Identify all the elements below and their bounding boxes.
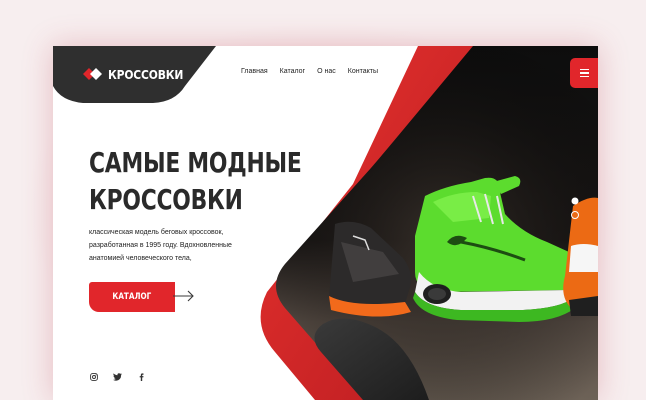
hero-title-line-2: КРОССОВКИ bbox=[89, 183, 243, 216]
landing-page: КРОССОВКИ Главная Каталог О нас Контакты… bbox=[53, 46, 598, 400]
nav-item-catalog[interactable]: Каталог bbox=[280, 68, 305, 75]
menu-icon bbox=[579, 69, 589, 77]
nav-item-about[interactable]: О нас bbox=[317, 68, 336, 75]
hero-description-line-3: анатомией человеческого тела, bbox=[89, 255, 192, 262]
slider-dot-2[interactable] bbox=[571, 211, 579, 219]
menu-button[interactable] bbox=[570, 58, 598, 88]
hero-description-line-2: разработанная в 1995 году. Вдохновленные bbox=[89, 242, 232, 249]
hero-title: САМЫЕ МОДНЫЕ КРОССОВКИ bbox=[89, 144, 302, 218]
twitter-icon[interactable] bbox=[113, 372, 122, 381]
hero-title-line-1: САМЫЕ МОДНЫЕ bbox=[89, 146, 302, 179]
slider-dot-1[interactable] bbox=[571, 197, 579, 205]
arrow-right-icon[interactable] bbox=[173, 290, 195, 302]
brand-name: КРОССОВКИ bbox=[108, 66, 184, 82]
facebook-icon[interactable] bbox=[137, 372, 146, 381]
logo-mark-icon bbox=[83, 68, 102, 80]
hero-graphic bbox=[53, 46, 598, 400]
hero-description: классическая модель беговых кроссовок, р… bbox=[89, 226, 269, 265]
social-links bbox=[89, 372, 146, 381]
main-nav: Главная Каталог О нас Контакты bbox=[241, 68, 378, 75]
nav-item-contacts[interactable]: Контакты bbox=[348, 68, 378, 75]
instagram-icon[interactable] bbox=[89, 372, 98, 381]
slider-dots bbox=[571, 197, 579, 219]
catalog-button[interactable]: КАТАЛОГ bbox=[89, 282, 175, 312]
brand-logo[interactable]: КРОССОВКИ bbox=[83, 65, 195, 83]
catalog-button-label: КАТАЛОГ bbox=[112, 292, 152, 302]
hero-description-line-1: классическая модель беговых кроссовок, bbox=[89, 229, 224, 236]
nav-item-home[interactable]: Главная bbox=[241, 68, 268, 75]
